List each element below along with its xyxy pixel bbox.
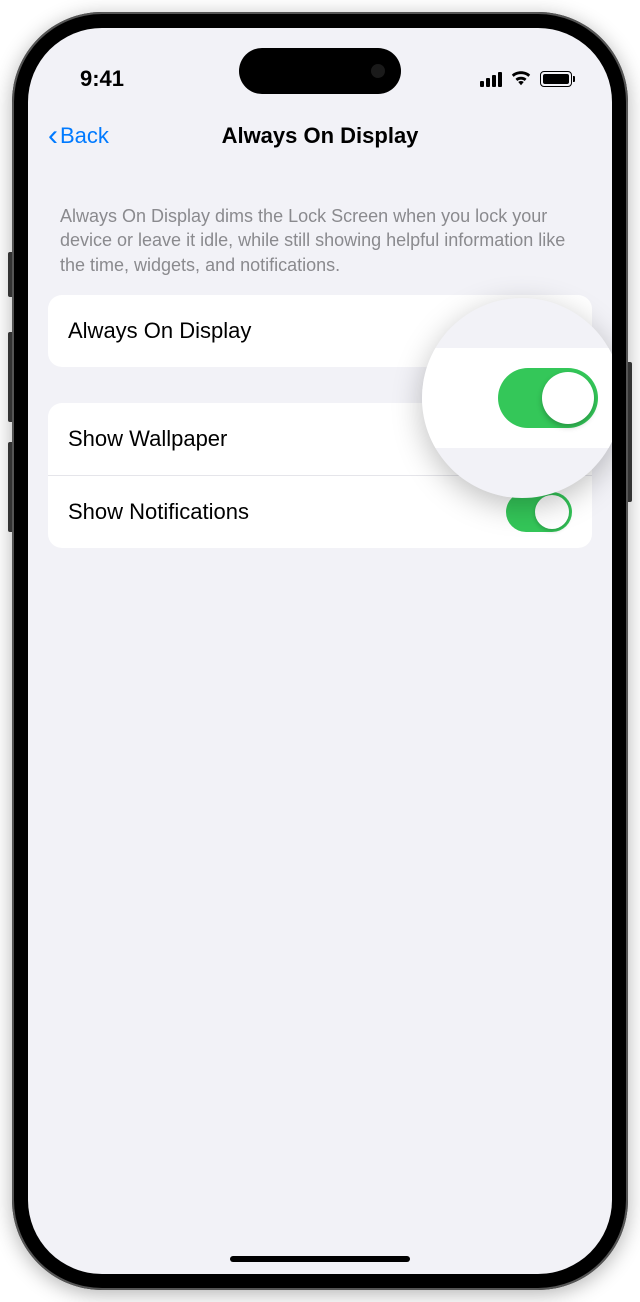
toggle-knob bbox=[535, 495, 569, 529]
dynamic-island bbox=[239, 48, 401, 94]
cellular-signal-icon bbox=[480, 72, 502, 87]
home-indicator[interactable] bbox=[230, 1256, 410, 1262]
section-description: Always On Display dims the Lock Screen w… bbox=[48, 166, 592, 295]
row-label: Show Notifications bbox=[68, 499, 249, 525]
row-label: Always On Display bbox=[68, 318, 251, 344]
battery-icon bbox=[540, 71, 572, 87]
navigation-bar: ‹ Back Always On Display bbox=[28, 106, 612, 166]
volume-down-button bbox=[8, 442, 12, 532]
row-label: Show Wallpaper bbox=[68, 426, 227, 452]
volume-up-button bbox=[8, 332, 12, 422]
toggle-show-notifications[interactable] bbox=[506, 492, 572, 532]
power-button bbox=[628, 362, 632, 502]
back-button[interactable]: ‹ Back bbox=[48, 119, 109, 153]
page-title: Always On Display bbox=[222, 123, 419, 149]
magnified-toggle bbox=[498, 368, 598, 428]
status-time: 9:41 bbox=[80, 66, 124, 92]
magnified-toggle-knob bbox=[542, 372, 594, 424]
screen: 9:41 ‹ B bbox=[28, 28, 612, 1274]
status-icons bbox=[480, 68, 572, 91]
phone-frame: 9:41 ‹ B bbox=[12, 12, 628, 1290]
back-label: Back bbox=[60, 123, 109, 149]
wifi-icon bbox=[510, 68, 532, 91]
magnified-row bbox=[422, 348, 612, 448]
chevron-left-icon: ‹ bbox=[48, 119, 58, 153]
magnifier-callout bbox=[422, 298, 612, 498]
